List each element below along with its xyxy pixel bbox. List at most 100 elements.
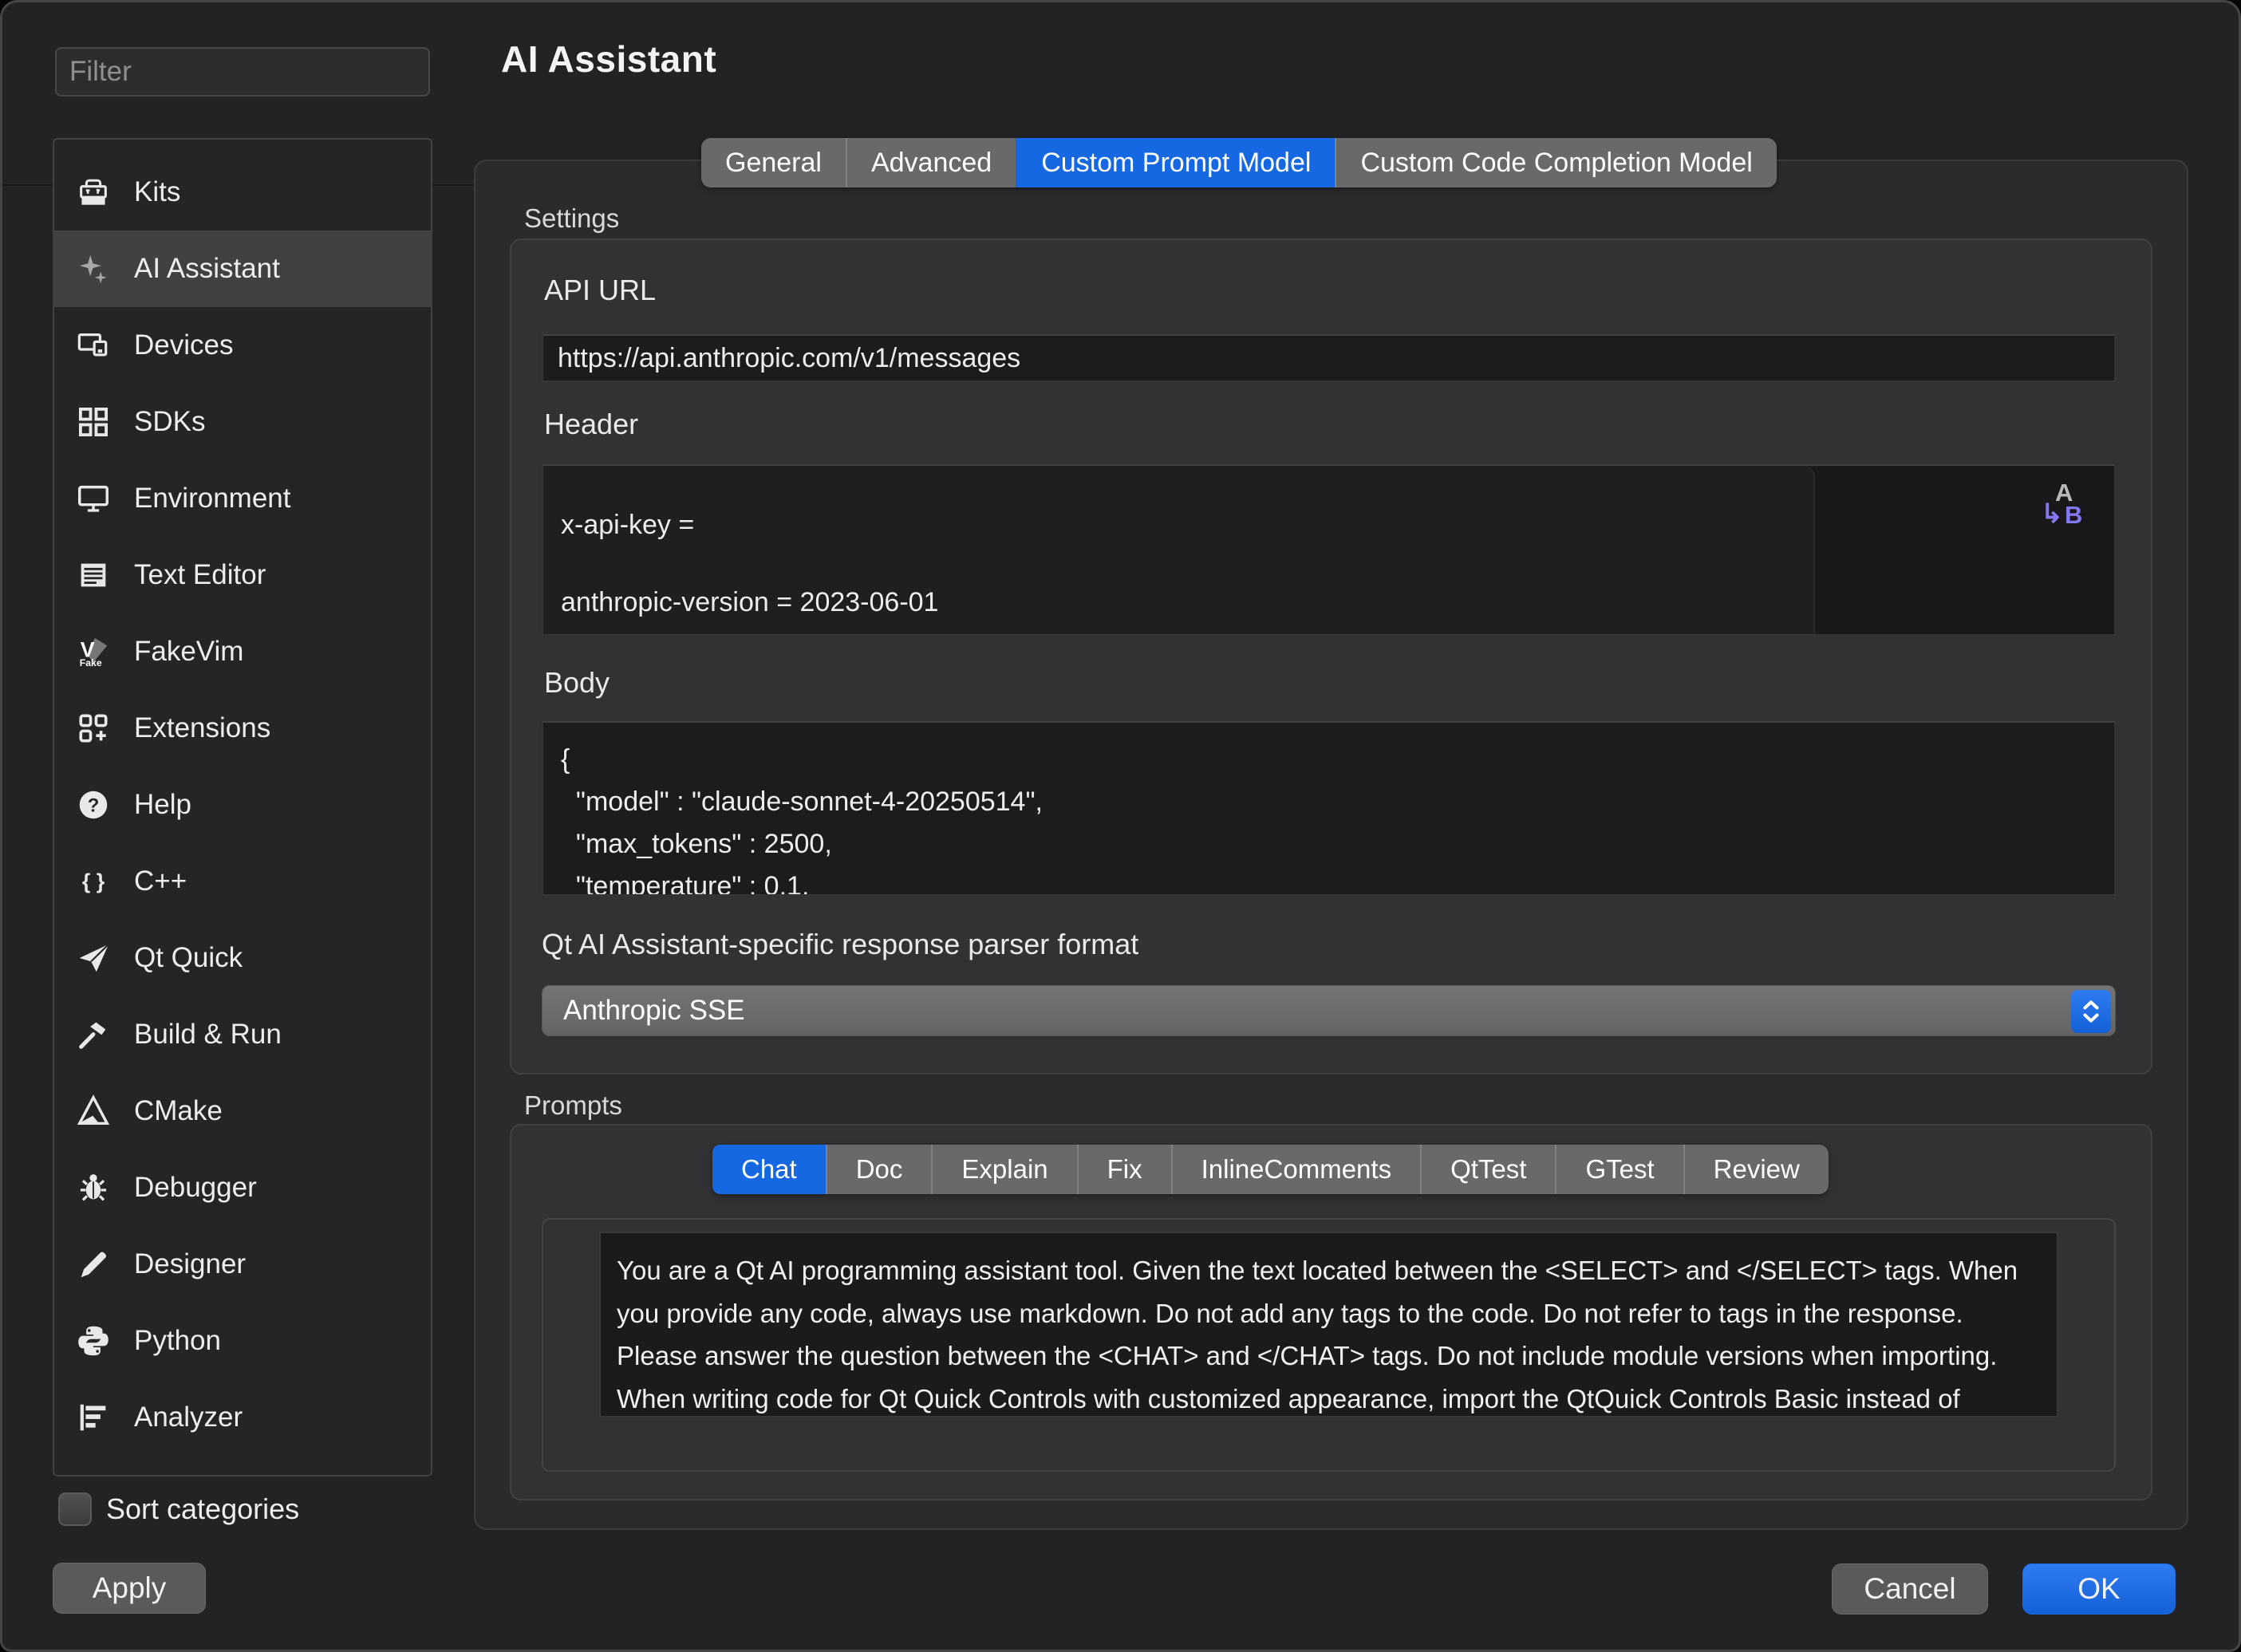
sidebar-item-label: SDKs <box>134 406 205 438</box>
sidebar-item-python[interactable]: Python <box>54 1303 431 1379</box>
tab-gtest[interactable]: GTest <box>1555 1145 1683 1194</box>
chat-prompt-textarea[interactable]: You are a Qt AI programming assistant to… <box>599 1232 2058 1417</box>
sort-categories-label: Sort categories <box>106 1492 299 1526</box>
tab-custom-code-completion-model[interactable]: Custom Code Completion Model <box>1335 138 1776 187</box>
sidebar-item-label: Analyzer <box>134 1402 243 1433</box>
header-line: anthropic-version = 2023-06-01 <box>561 564 1813 641</box>
sidebar-item-extensions[interactable]: Extensions <box>54 690 431 767</box>
sidebar-item-fakevim[interactable]: VFake FakeVim <box>54 613 431 690</box>
body-textarea[interactable]: { "model" : "claude-sonnet-4-20250514", … <box>542 721 2116 896</box>
header-textarea[interactable]: x-api-key = anthropic-version = 2023-06-… <box>543 466 1815 634</box>
settings-group-label: Settings <box>524 203 619 234</box>
sidebar-item-cpp[interactable]: { } C++ <box>54 843 431 920</box>
qt-quick-icon <box>73 938 113 978</box>
debugger-icon <box>73 1168 113 1208</box>
sidebar-item-qt-quick[interactable]: Qt Quick <box>54 920 431 996</box>
sidebar-item-devices[interactable]: Devices <box>54 307 431 384</box>
sidebar-item-label: C++ <box>134 865 187 897</box>
sidebar-item-label: Designer <box>134 1248 246 1280</box>
sidebar-item-label: CMake <box>134 1095 223 1127</box>
select-stepper-icon[interactable] <box>2071 990 2111 1033</box>
body-line: "max_tokens" : 2500, <box>561 823 2114 865</box>
sidebar-item-environment[interactable]: Environment <box>54 460 431 537</box>
body-line: { <box>561 739 2114 781</box>
extensions-icon <box>73 708 113 748</box>
body-line: "model" : "claude-sonnet-4-20250514", <box>561 781 2114 823</box>
sidebar-item-debugger[interactable]: Debugger <box>54 1149 431 1226</box>
fakevim-icon: VFake <box>73 632 113 672</box>
sidebar-item-ai-assistant[interactable]: AI Assistant <box>54 231 431 307</box>
sdks-icon <box>73 402 113 442</box>
preferences-window: Kits AI Assistant Devices SDKs Environme <box>0 0 2241 1652</box>
sidebar-item-label: Kits <box>134 176 180 208</box>
analyzer-icon <box>73 1398 113 1437</box>
sidebar-item-label: AI Assistant <box>134 253 280 285</box>
cancel-button[interactable]: Cancel <box>1832 1563 1988 1615</box>
tab-chat[interactable]: Chat <box>712 1145 826 1194</box>
prompts-tabbar: Chat Doc Explain Fix InlineComments QtTe… <box>712 1145 1829 1194</box>
sidebar-item-text-editor[interactable]: Text Editor <box>54 537 431 613</box>
sidebar-item-sdks[interactable]: SDKs <box>54 384 431 460</box>
sidebar-item-cmake[interactable]: CMake <box>54 1073 431 1149</box>
sidebar-item-label: Help <box>134 789 191 821</box>
tab-advanced[interactable]: Advanced <box>846 138 1016 187</box>
sort-categories-row: Sort categories <box>58 1492 299 1526</box>
sidebar-item-label: Build & Run <box>134 1019 282 1051</box>
api-url-label: API URL <box>544 274 656 307</box>
sidebar-item-analyzer[interactable]: Analyzer <box>54 1379 431 1456</box>
build-run-icon <box>73 1015 113 1055</box>
api-url-value: https://api.anthropic.com/v1/messages <box>558 343 1020 374</box>
sidebar-item-label: Python <box>134 1325 221 1357</box>
sidebar-item-kits[interactable]: Kits <box>54 154 431 231</box>
header-line: x-api-key = <box>561 487 1813 564</box>
sidebar-item-label: Qt Quick <box>134 942 243 974</box>
tab-general[interactable]: General <box>701 138 846 187</box>
header-label: Header <box>544 408 638 441</box>
parser-format-value: Anthropic SSE <box>563 995 745 1027</box>
sidebar-item-help[interactable]: ? Help <box>54 767 431 843</box>
parser-format-select[interactable]: Anthropic SSE <box>542 985 2116 1036</box>
cpp-icon: { } <box>73 861 113 901</box>
svg-text:{ }: { } <box>82 869 105 893</box>
page-title: AI Assistant <box>501 37 716 81</box>
tab-inlinecomments[interactable]: InlineComments <box>1171 1145 1420 1194</box>
devices-icon <box>73 325 113 365</box>
help-icon: ? <box>73 785 113 825</box>
text-editor-icon <box>73 555 113 595</box>
body-label: Body <box>544 666 610 700</box>
tab-doc[interactable]: Doc <box>826 1145 932 1194</box>
tab-review[interactable]: Review <box>1683 1145 1829 1194</box>
parser-format-label: Qt AI Assistant-specific response parser… <box>542 928 1138 961</box>
sidebar-item-label: Extensions <box>134 712 270 744</box>
tab-explain[interactable]: Explain <box>931 1145 1076 1194</box>
filter-input[interactable] <box>55 47 430 97</box>
environment-icon <box>73 479 113 518</box>
sidebar-item-designer[interactable]: Designer <box>54 1226 431 1303</box>
tab-fix[interactable]: Fix <box>1077 1145 1171 1194</box>
sidebar-item-label: FakeVim <box>134 636 243 668</box>
body-line: "temperature" : 0.1, <box>561 865 2114 896</box>
api-url-input[interactable]: https://api.anthropic.com/v1/messages <box>542 334 2116 382</box>
tab-custom-prompt-model[interactable]: Custom Prompt Model <box>1016 138 1335 187</box>
svg-text:Fake: Fake <box>80 657 102 668</box>
sidebar-item-label: Text Editor <box>134 559 266 591</box>
svg-text:?: ? <box>88 794 100 816</box>
python-icon <box>73 1321 113 1361</box>
header-field[interactable]: x-api-key = anthropic-version = 2023-06-… <box>542 464 2116 636</box>
prompts-group-label: Prompts <box>524 1090 622 1121</box>
sidebar-item-label: Debugger <box>134 1172 257 1204</box>
sidebar-item-label: Environment <box>134 483 290 515</box>
category-list: Kits AI Assistant Devices SDKs Environme <box>53 138 432 1477</box>
sort-categories-checkbox[interactable] <box>58 1492 92 1526</box>
apply-button[interactable]: Apply <box>53 1563 206 1614</box>
ok-button[interactable]: OK <box>2022 1563 2176 1615</box>
sidebar-item-label: Devices <box>134 329 233 361</box>
ai-assistant-icon <box>73 249 113 289</box>
cmake-icon <box>73 1091 113 1131</box>
model-tabbar: General Advanced Custom Prompt Model Cus… <box>701 138 1777 187</box>
sidebar-item-build-run[interactable]: Build & Run <box>54 996 431 1073</box>
designer-icon <box>73 1244 113 1284</box>
tab-qttest[interactable]: QtTest <box>1420 1145 1555 1194</box>
a-to-b-substitution-icon[interactable]: A ↳ B <box>2041 479 2097 539</box>
kits-icon <box>73 172 113 212</box>
